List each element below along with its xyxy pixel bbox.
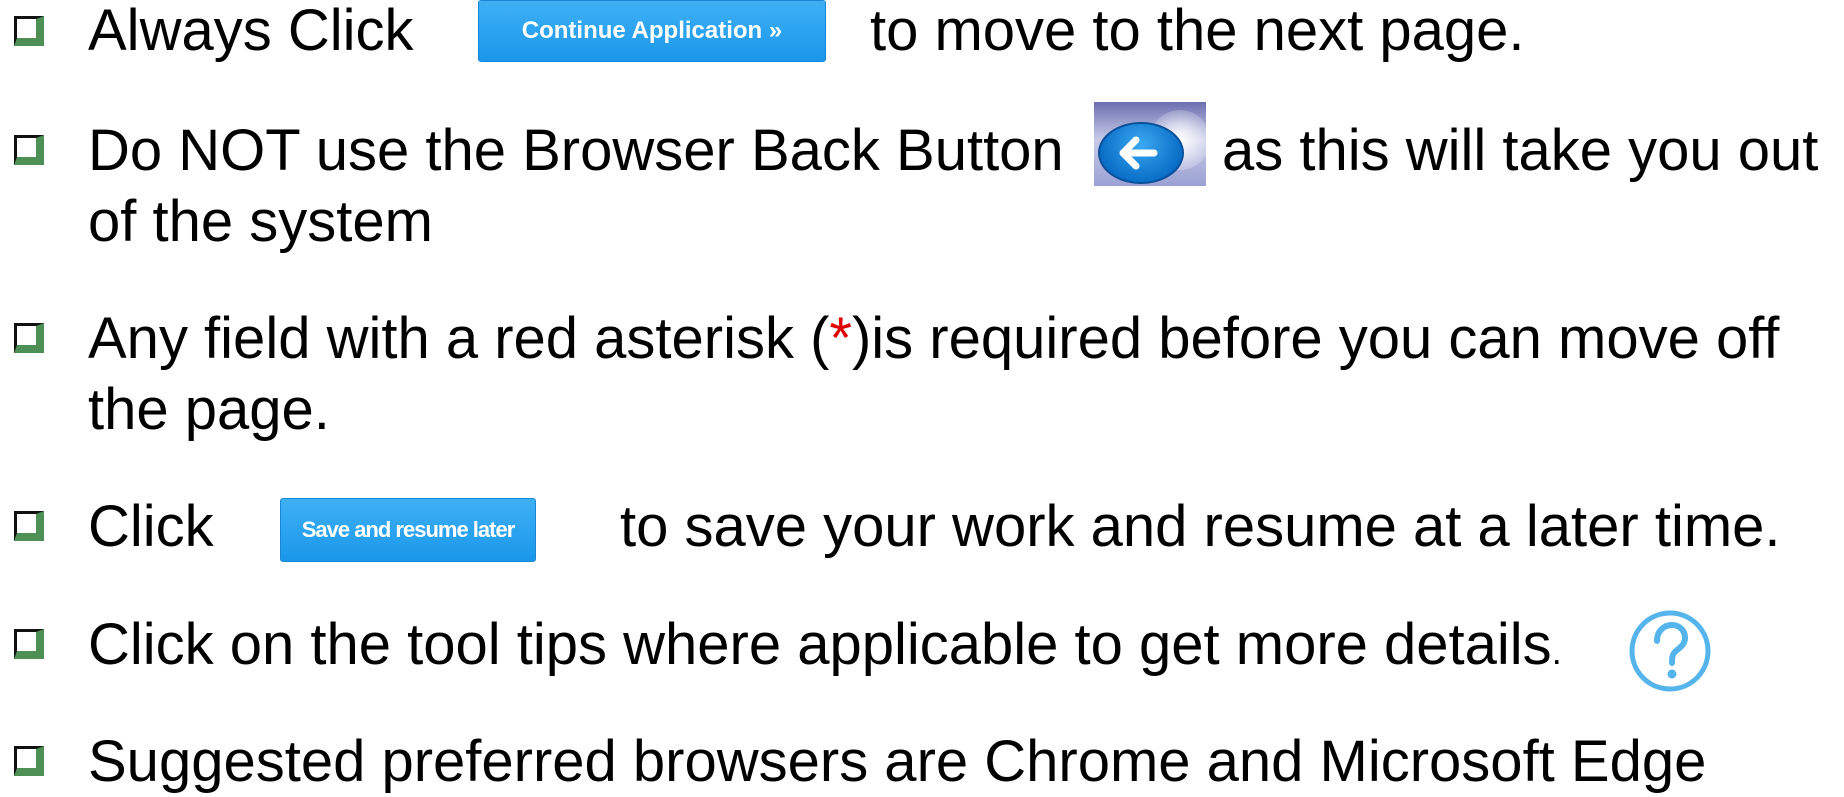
back-arrow-icon: [1094, 102, 1206, 186]
item-text-after: as this will take you out: [1222, 118, 1819, 183]
item-text-before: Click on the tool tips where applicable …: [88, 612, 1552, 677]
item-text-before: Click: [88, 494, 214, 559]
checkbox-bullet-icon: [14, 629, 44, 659]
checkbox-bullet-icon: [14, 16, 44, 46]
item-text-period: .: [1551, 631, 1562, 672]
item-text: Any field with a red asterisk (*)is requ…: [88, 304, 1779, 374]
checkbox-bullet-icon: [14, 746, 44, 776]
save-and-resume-later-label: Save and resume later: [301, 517, 516, 542]
checkbox-bullet-icon: [14, 135, 44, 165]
item-text-after: to save your work and resume at a later …: [620, 494, 1781, 559]
item-text-line2: of the system: [88, 189, 433, 254]
item-text: Suggested preferred browsers are Chrome …: [88, 729, 1707, 794]
item-text-line2: the page.: [88, 377, 330, 442]
item-text-after: )is required before you can move off: [851, 306, 1780, 371]
checkbox-bullet-icon: [14, 511, 44, 541]
item-text: Click on the tool tips where applicable …: [88, 610, 1562, 687]
item-text-after: to move to the next page.: [870, 0, 1525, 63]
continue-application-button[interactable]: Continue Application »: [478, 0, 826, 62]
instruction-list: Always Click Continue Application » to m…: [0, 0, 1844, 794]
continue-application-label: Continue Application »: [521, 17, 783, 44]
save-and-resume-later-button[interactable]: Save and resume later: [280, 498, 536, 562]
item-text-before: Do NOT use the Browser Back Button: [88, 118, 1064, 183]
checkbox-bullet-icon: [14, 323, 44, 353]
red-asterisk: *: [829, 306, 852, 371]
item-text-before: Always Click: [88, 0, 414, 63]
item-text-before: Any field with a red asterisk (: [88, 306, 830, 371]
help-question-icon[interactable]: [1627, 608, 1713, 694]
